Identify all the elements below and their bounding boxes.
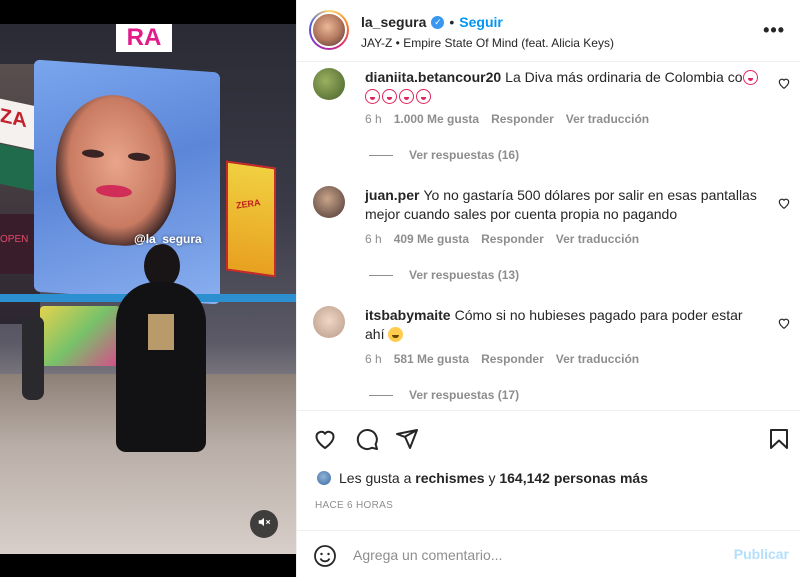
likes-prefix: Les gusta a bbox=[339, 470, 412, 486]
comment-meta: 6 h 1.000 Me gusta Responder Ver traducc… bbox=[365, 112, 649, 126]
comment-time: 6 h bbox=[365, 352, 382, 366]
likes-summary: Les gusta a rechismes y 164,142 personas… bbox=[317, 470, 648, 486]
view-replies-label: Ver respuestas (13) bbox=[409, 268, 520, 282]
comment-like-count[interactable]: 1.000 Me gusta bbox=[394, 112, 479, 126]
comment-like-icon[interactable] bbox=[777, 316, 791, 330]
comment-bubble-icon[interactable] bbox=[355, 427, 379, 451]
reply-button[interactable]: Responder bbox=[491, 112, 554, 126]
billboard-face bbox=[56, 91, 176, 250]
comment-text: itsbabymaite Cómo si no hubieses pagado p… bbox=[365, 306, 765, 344]
separator-dot: • bbox=[449, 14, 455, 30]
comment-like-icon[interactable] bbox=[777, 196, 791, 210]
media-panel: ZA OPEN RA @la_segura ZERA bbox=[0, 0, 296, 577]
likes-suffix[interactable]: personas más bbox=[554, 470, 648, 486]
billboard-handle: @la_segura bbox=[134, 232, 202, 246]
follow-button[interactable]: Seguir bbox=[459, 14, 503, 30]
comment-body: Yo no gastaría 500 dólares por salir en … bbox=[365, 187, 757, 222]
reply-button[interactable]: Responder bbox=[481, 232, 544, 246]
rooftop-sign: RA bbox=[116, 24, 172, 52]
comment-text: juan.per Yo no gastaría 500 dólares por s… bbox=[365, 186, 765, 224]
speaker-muted-icon bbox=[257, 515, 271, 534]
like-heart-icon[interactable] bbox=[313, 427, 337, 451]
comment-username[interactable]: dianiita.betancour20 bbox=[365, 69, 501, 85]
likes-count[interactable]: 164,142 bbox=[499, 470, 550, 486]
clown-emoji-icon bbox=[742, 70, 758, 85]
open-sign: OPEN bbox=[0, 214, 36, 274]
comment-avatar[interactable] bbox=[313, 68, 345, 100]
view-replies-label: Ver respuestas (17) bbox=[409, 388, 520, 402]
comment-time: 6 h bbox=[365, 232, 382, 246]
comment-avatar[interactable] bbox=[313, 186, 345, 218]
comment-like-count[interactable]: 581 Me gusta bbox=[394, 352, 469, 366]
verified-badge-icon: ✓ bbox=[431, 15, 445, 29]
post-timestamp[interactable]: HACE 6 HORAS bbox=[315, 500, 393, 511]
billboard-screen bbox=[34, 59, 220, 305]
view-replies-button[interactable]: Ver respuestas (17) bbox=[369, 388, 519, 402]
post-details-panel: la_segura ✓ • Seguir JAY-Z • Empire Stat… bbox=[296, 0, 800, 577]
post-actions-bar bbox=[297, 410, 800, 466]
translate-button[interactable]: Ver traducción bbox=[556, 232, 639, 246]
person-coat bbox=[116, 282, 206, 452]
comment-input[interactable] bbox=[353, 545, 723, 565]
likes-connector: y bbox=[488, 470, 496, 486]
translate-button[interactable]: Ver traducción bbox=[566, 112, 649, 126]
view-replies-label: Ver respuestas (16) bbox=[409, 148, 520, 162]
comment-avatar[interactable] bbox=[313, 306, 345, 338]
instagram-post-window: ZA OPEN RA @la_segura ZERA la_segura ✓ •… bbox=[0, 0, 800, 577]
comment-text: dianiita.betancour20 La Diva más ordinari… bbox=[365, 68, 765, 106]
replies-divider bbox=[369, 394, 393, 396]
comment-body: La Diva más ordinaria de Colombia co bbox=[505, 69, 743, 85]
liker-username[interactable]: rechismes bbox=[415, 470, 484, 486]
clown-emoji-icon bbox=[416, 89, 431, 104]
replies-divider bbox=[369, 154, 393, 156]
comments-list: dianiita.betancour20 La Diva más ordinari… bbox=[297, 62, 800, 410]
add-comment-bar: Publicar bbox=[297, 530, 800, 577]
person-shirt bbox=[148, 314, 174, 350]
reply-button[interactable]: Responder bbox=[481, 352, 544, 366]
liker-avatar[interactable] bbox=[317, 471, 331, 485]
post-comment-button[interactable]: Publicar bbox=[734, 546, 789, 562]
view-replies-button[interactable]: Ver respuestas (13) bbox=[369, 268, 519, 282]
clown-emoji-icon bbox=[365, 89, 380, 104]
comment-time: 6 h bbox=[365, 112, 382, 126]
share-send-icon[interactable] bbox=[395, 427, 419, 451]
post-header: la_segura ✓ • Seguir JAY-Z • Empire Stat… bbox=[297, 0, 800, 62]
author-line: la_segura ✓ • Seguir bbox=[361, 14, 503, 30]
replies-divider bbox=[369, 274, 393, 276]
clown-emoji-icon bbox=[399, 89, 414, 104]
mute-button[interactable] bbox=[250, 510, 278, 538]
post-video[interactable]: ZA OPEN RA @la_segura ZERA bbox=[0, 24, 296, 554]
audio-track[interactable]: JAY-Z • Empire State Of Mind (feat. Alic… bbox=[361, 36, 614, 50]
more-options-icon[interactable]: ••• bbox=[763, 20, 785, 41]
comment-meta: 6 h 409 Me gusta Responder Ver traducció… bbox=[365, 232, 639, 246]
comment-username[interactable]: juan.per bbox=[365, 187, 419, 203]
side-billboard bbox=[226, 160, 276, 278]
author-username[interactable]: la_segura bbox=[361, 14, 426, 30]
comment-meta: 6 h 581 Me gusta Responder Ver traducció… bbox=[365, 352, 639, 366]
food-truck bbox=[40, 306, 120, 366]
comment-like-count[interactable]: 409 Me gusta bbox=[394, 232, 469, 246]
save-bookmark-icon[interactable] bbox=[767, 427, 791, 451]
translate-button[interactable]: Ver traducción bbox=[556, 352, 639, 366]
author-avatar[interactable] bbox=[309, 10, 349, 50]
view-replies-button[interactable]: Ver respuestas (16) bbox=[369, 148, 519, 162]
clown-emoji-icon bbox=[382, 89, 397, 104]
emoji-smiley-icon[interactable] bbox=[313, 544, 337, 568]
comment-username[interactable]: itsbabymaite bbox=[365, 307, 451, 323]
pedestrian bbox=[22, 316, 44, 400]
laughing-emoji-icon bbox=[388, 327, 404, 342]
comment-like-icon[interactable] bbox=[777, 76, 791, 90]
